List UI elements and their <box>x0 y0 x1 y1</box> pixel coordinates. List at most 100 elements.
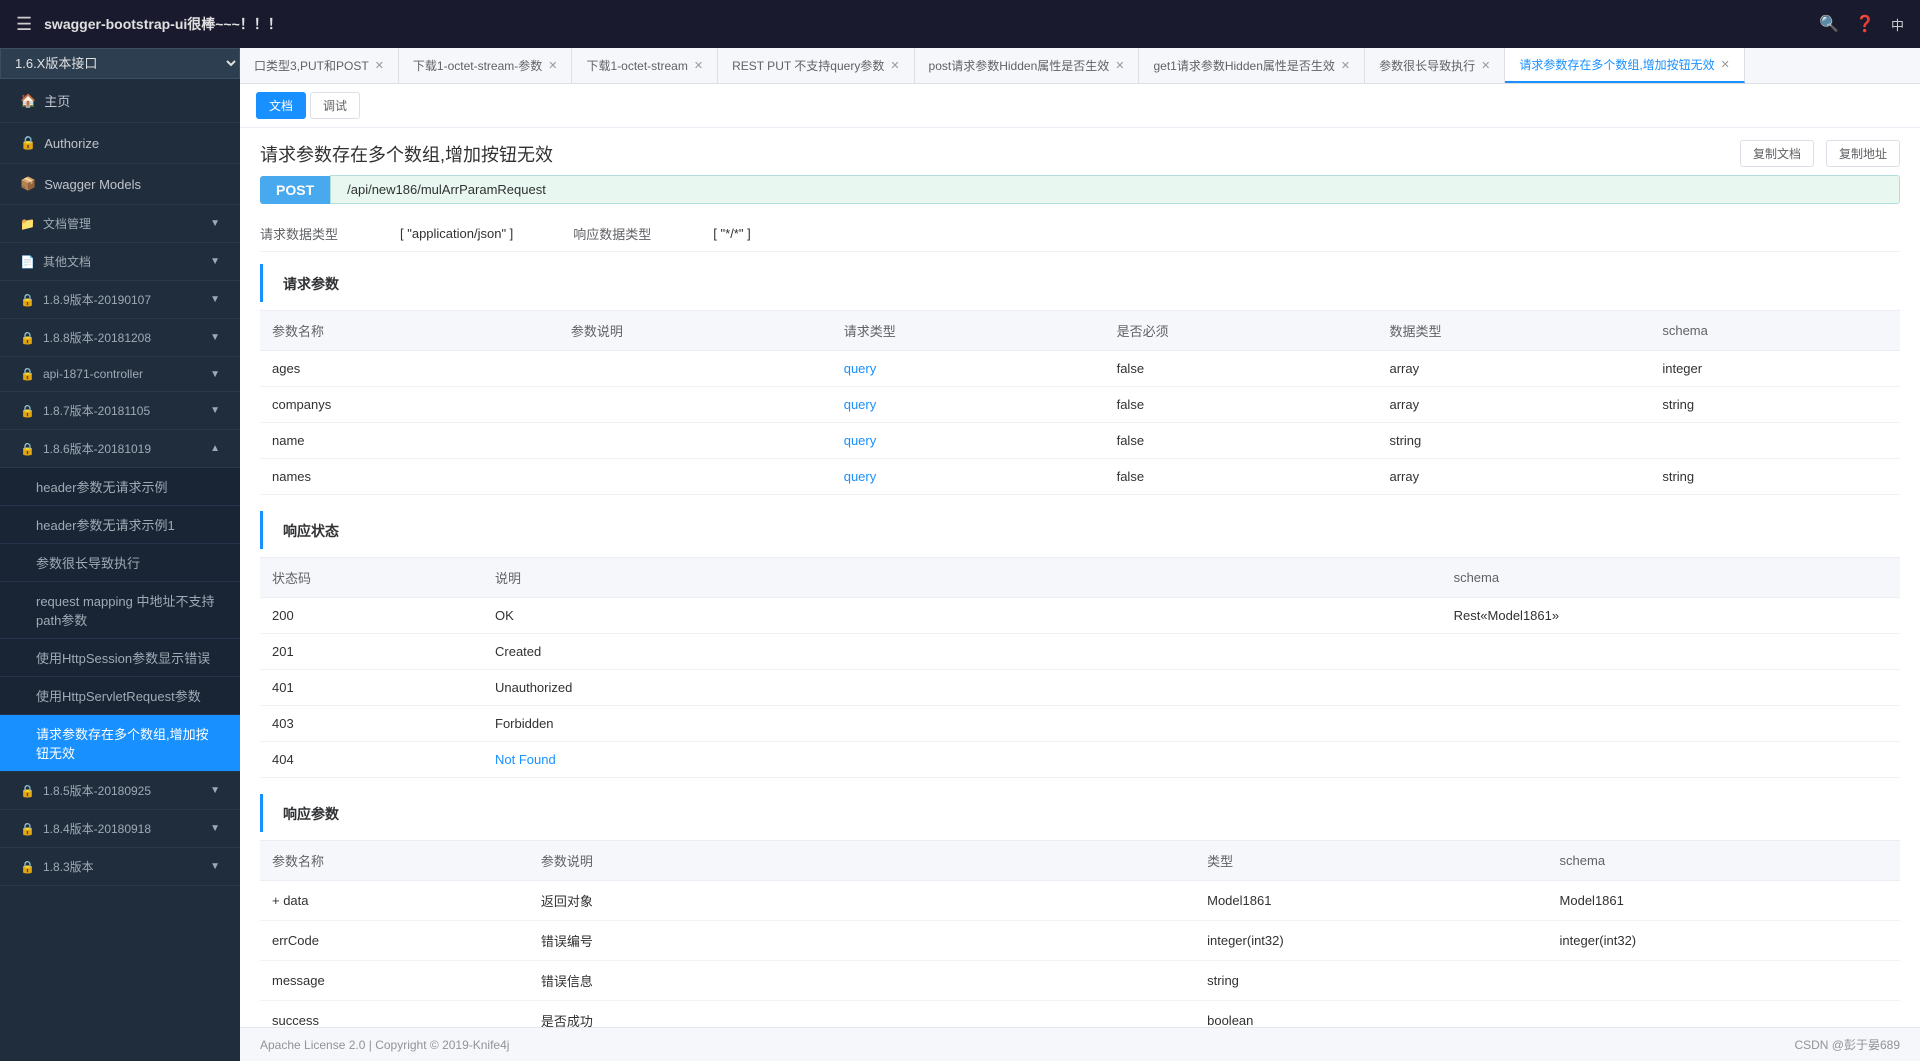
tab-get1-hidden[interactable]: get1请求参数Hidden属性是否生效 ✕ <box>1139 48 1365 83</box>
col-status-schema: schema <box>1442 558 1900 598</box>
sidebar-item-authorize[interactable]: 🔒 Authorize <box>0 123 240 164</box>
group-other-docs-label: 其他文档 <box>43 253 91 270</box>
tab-post-hidden-label: post请求参数Hidden属性是否生效 <box>929 57 1110 74</box>
sidebar-item-swagger-models[interactable]: 📦 Swagger Models <box>0 164 240 205</box>
status-code-404: 404 <box>260 742 483 778</box>
footer: Apache License 2.0 | Copyright © 2019-Kn… <box>240 1027 1920 1061</box>
sidebar-group-v186: 🔒 1.8.6版本-20181019 ▲ header参数无请求示例 heade… <box>0 430 240 772</box>
sidebar-group-v185-header[interactable]: 🔒 1.8.5版本-20180925 ▼ <box>0 772 240 810</box>
tab-post-hidden[interactable]: post请求参数Hidden属性是否生效 ✕ <box>915 48 1140 83</box>
copy-doc-btn[interactable]: 复制文档 <box>1740 140 1814 167</box>
tab-rest-put[interactable]: REST PUT 不支持query参数 ✕ <box>718 48 914 83</box>
sidebar-sub-item-header-no-req1[interactable]: header参数无请求示例1 <box>0 506 240 544</box>
type-link-names[interactable]: query <box>844 469 877 484</box>
table-row: ages query false array integer <box>260 351 1900 387</box>
sidebar-item-home[interactable]: 🏠 主页 <box>0 79 240 123</box>
response-data-type-label: 响应数据类型 <box>573 224 693 243</box>
group-v185-label: 1.8.5版本-20180925 <box>43 782 151 799</box>
group-v189-label: 1.8.9版本-20190107 <box>43 291 151 308</box>
status-link-404[interactable]: Not Found <box>495 752 556 767</box>
param-data-type-names: array <box>1377 459 1650 495</box>
doc-tab-btn-debug[interactable]: 调试 <box>310 92 360 119</box>
method-bar: POST /api/new186/mulArrParamRequest <box>260 175 1900 204</box>
sidebar-group-doc-manage-header[interactable]: 📁 文档管理 ▼ <box>0 205 240 243</box>
version-select[interactable]: 1.6.X版本接口 <box>0 48 240 79</box>
sidebar-group-api1871-header[interactable]: 🔒 api-1871-controller ▼ <box>0 357 240 392</box>
status-desc-200: OK <box>483 598 842 634</box>
package-icon: 📦 <box>20 176 36 192</box>
sidebar-group-v186-header[interactable]: 🔒 1.8.6版本-20181019 ▲ <box>0 430 240 468</box>
sidebar-sub-item-multi-arr-param[interactable]: 请求参数存在多个数组,增加按钮无效 <box>0 715 240 772</box>
table-row: 403 Forbidden <box>260 706 1900 742</box>
sidebar-sub-item-request-mapping[interactable]: request mapping 中地址不支持path参数 <box>0 582 240 639</box>
type-link-name[interactable]: query <box>844 433 877 448</box>
menu-icon[interactable]: ☰ <box>16 14 32 35</box>
search-icon[interactable]: 🔍 <box>1819 14 1839 34</box>
tab-post-hidden-close[interactable]: ✕ <box>1115 59 1124 72</box>
table-row: success 是否成功 boolean <box>260 1001 1900 1028</box>
sidebar-sub-item-http-session[interactable]: 使用HttpSession参数显示错误 <box>0 639 240 677</box>
main-layout: 1.6.X版本接口 🏠 主页 🔒 Authorize 📦 Swagger Mod… <box>0 48 1920 1061</box>
sidebar-group-v189-header[interactable]: 🔒 1.8.9版本-20190107 ▼ <box>0 281 240 319</box>
type-link-companys[interactable]: query <box>844 397 877 412</box>
help-icon[interactable]: ❓ <box>1855 14 1875 34</box>
tab-get1-hidden-close[interactable]: ✕ <box>1341 59 1350 72</box>
param-required-companys: false <box>1105 387 1378 423</box>
group-v188-label: 1.8.8版本-20181208 <box>43 329 151 346</box>
param-type-name: query <box>832 423 1105 459</box>
tab-params-long-exec[interactable]: 参数很长导致执行 ✕ <box>1365 48 1505 83</box>
sidebar-group-doc-manage: 📁 文档管理 ▼ <box>0 205 240 243</box>
response-status-title: 响应状态 <box>260 511 1920 549</box>
col-status-desc: 说明 <box>483 558 842 598</box>
folder-icon: 📁 <box>20 217 35 231</box>
sidebar-group-v183-header[interactable]: 🔒 1.8.3版本 ▼ <box>0 848 240 886</box>
lang-btn[interactable]: 中 <box>1891 15 1904 34</box>
group-api1871-label: api-1871-controller <box>43 367 143 381</box>
sidebar-group-other-docs-header[interactable]: 📄 其他文档 ▼ <box>0 243 240 281</box>
tab-octet-param-close[interactable]: ✕ <box>548 59 557 72</box>
col-resp-empty <box>795 841 1195 881</box>
chevron-right-icon-v185: ▼ <box>210 785 220 796</box>
table-row: 200 OK Rest«Model1861» <box>260 598 1900 634</box>
status-schema-401 <box>1442 670 1900 706</box>
sidebar: 1.6.X版本接口 🏠 主页 🔒 Authorize 📦 Swagger Mod… <box>0 48 240 1061</box>
tab-put-post-close[interactable]: ✕ <box>375 59 384 72</box>
footer-right: CSDN @彭于晏689 <box>1794 1036 1900 1053</box>
sidebar-group-v185: 🔒 1.8.5版本-20180925 ▼ <box>0 772 240 810</box>
tab-octet-param[interactable]: 下载1-octet-stream-参数 ✕ <box>399 48 573 83</box>
copy-addr-btn[interactable]: 复制地址 <box>1826 140 1900 167</box>
page-title: 请求参数存在多个数组,增加按钮无效 <box>260 141 553 167</box>
tab-multi-arr-param-close[interactable]: ✕ <box>1721 58 1730 71</box>
content-area: 口类型3,PUT和POST ✕ 下载1-octet-stream-参数 ✕ 下载… <box>240 48 1920 1061</box>
table-row: 401 Unauthorized <box>260 670 1900 706</box>
resp-type-success: boolean <box>1195 1001 1547 1028</box>
sidebar-sub-item-http-servlet[interactable]: 使用HttpServletRequest参数 <box>0 677 240 715</box>
tab-put-post[interactable]: 口类型3,PUT和POST ✕ <box>240 48 399 83</box>
sidebar-group-v188-header[interactable]: 🔒 1.8.8版本-20181208 ▼ <box>0 319 240 357</box>
resp-schema-message <box>1548 961 1900 1001</box>
sidebar-group-v184-header[interactable]: 🔒 1.8.4版本-20180918 ▼ <box>0 810 240 848</box>
response-params-title: 响应参数 <box>260 794 1920 832</box>
table-row: names query false array string <box>260 459 1900 495</box>
topbar-icons: 🔍 ❓ 中 <box>1819 14 1904 34</box>
resp-name-data: + data <box>260 881 529 921</box>
chevron-right-icon-v184: ▼ <box>210 823 220 834</box>
tab-octet[interactable]: 下载1-octet-stream ✕ <box>572 48 718 83</box>
resp-name-success: success <box>260 1001 529 1028</box>
request-data-type-label: 请求数据类型 <box>260 224 380 243</box>
topbar-title: swagger-bootstrap-ui很棒~~~！！！ <box>44 14 1807 34</box>
doc-tab-btn-doc[interactable]: 文档 <box>256 92 306 119</box>
tab-octet-close[interactable]: ✕ <box>694 59 703 72</box>
sidebar-group-v187-header[interactable]: 🔒 1.8.7版本-20181105 ▼ <box>0 392 240 430</box>
tab-multi-arr-param[interactable]: 请求参数存在多个数组,增加按钮无效 ✕ <box>1505 48 1745 83</box>
resp-type-message: string <box>1195 961 1547 1001</box>
resp-empty-message <box>795 961 1195 1001</box>
type-link-ages[interactable]: query <box>844 361 877 376</box>
chevron-right-icon-v189: ▼ <box>210 294 220 305</box>
resp-empty-success <box>795 1001 1195 1028</box>
sidebar-sub-item-header-no-req[interactable]: header参数无请求示例 <box>0 468 240 506</box>
resp-type-errcode: integer(int32) <box>1195 921 1547 961</box>
sidebar-sub-item-params-long[interactable]: 参数很长导致执行 <box>0 544 240 582</box>
tab-rest-put-close[interactable]: ✕ <box>890 59 899 72</box>
tab-params-long-exec-close[interactable]: ✕ <box>1481 59 1490 72</box>
